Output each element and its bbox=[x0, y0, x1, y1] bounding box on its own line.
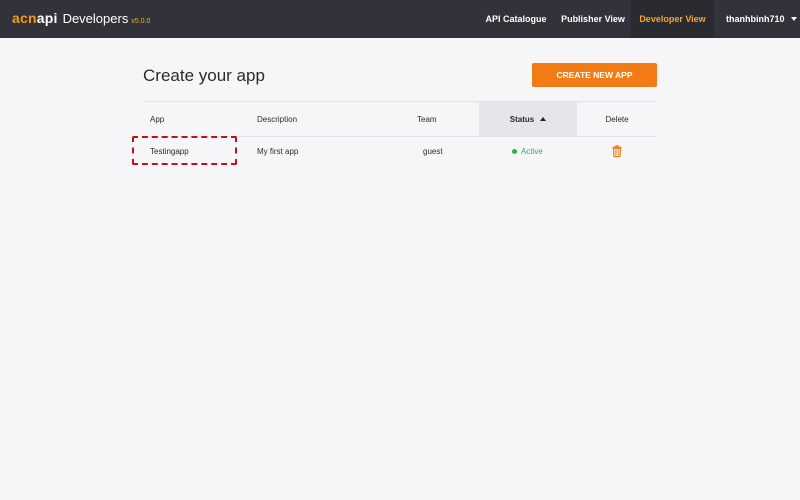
header-app: App bbox=[150, 102, 250, 136]
create-new-app-button[interactable]: CREATE NEW APP bbox=[532, 63, 657, 87]
header-status-label: Status bbox=[509, 114, 535, 124]
top-navbar: acnapi Developers v5.0.0 API Catalogue P… bbox=[0, 0, 800, 38]
user-menu-label: thanhbinh710 bbox=[726, 14, 785, 24]
caret-down-icon bbox=[790, 17, 797, 21]
cell-delete bbox=[577, 137, 657, 166]
create-new-app-label: CREATE NEW APP bbox=[556, 70, 633, 80]
sort-ascending-icon bbox=[540, 117, 547, 121]
brand-logo-api: api bbox=[36, 10, 58, 26]
nav-developer-view[interactable]: Developer View bbox=[631, 0, 714, 38]
header-team: Team bbox=[417, 102, 477, 136]
header-app-label: App bbox=[150, 114, 165, 124]
brand-name: Developers bbox=[62, 11, 129, 26]
header-status[interactable]: Status bbox=[479, 102, 577, 136]
cell-description-text: My first app bbox=[257, 147, 299, 156]
cell-team-text: guest bbox=[423, 147, 443, 156]
user-menu[interactable]: thanhbinh710 bbox=[714, 0, 800, 38]
brand-logo: acnapi bbox=[12, 10, 58, 26]
header-description: Description bbox=[257, 102, 407, 136]
nav-api-catalogue[interactable]: API Catalogue bbox=[478, 0, 554, 38]
header-team-label: Team bbox=[417, 114, 437, 124]
header-delete-label: Delete bbox=[605, 114, 629, 124]
cell-team: guest bbox=[423, 137, 483, 166]
cell-status-text: Active bbox=[521, 147, 543, 156]
status-dot-icon bbox=[512, 149, 517, 154]
cell-description: My first app bbox=[257, 137, 407, 166]
nav-developer-view-label: Developer View bbox=[639, 14, 706, 24]
nav-publisher-view-label: Publisher View bbox=[561, 14, 625, 24]
page-title: Create your app bbox=[143, 66, 265, 85]
trash-icon[interactable] bbox=[612, 144, 622, 159]
brand[interactable]: acnapi Developers v5.0.0 bbox=[12, 10, 150, 26]
table-header: App Description Team Status Delete bbox=[143, 102, 657, 137]
header-delete: Delete bbox=[577, 102, 657, 136]
cell-app[interactable]: Testingapp bbox=[150, 137, 250, 166]
brand-version: v5.0.0 bbox=[131, 18, 151, 25]
table-row: Testingapp My first app guest Active bbox=[143, 137, 657, 166]
header-description-label: Description bbox=[257, 114, 298, 124]
cell-app-name: Testingapp bbox=[150, 147, 189, 156]
nav-api-catalogue-label: API Catalogue bbox=[485, 14, 547, 24]
brand-logo-acn: acn bbox=[12, 10, 37, 26]
apps-table: App Description Team Status Delete Testi… bbox=[143, 101, 657, 166]
nav-publisher-view[interactable]: Publisher View bbox=[558, 0, 628, 38]
